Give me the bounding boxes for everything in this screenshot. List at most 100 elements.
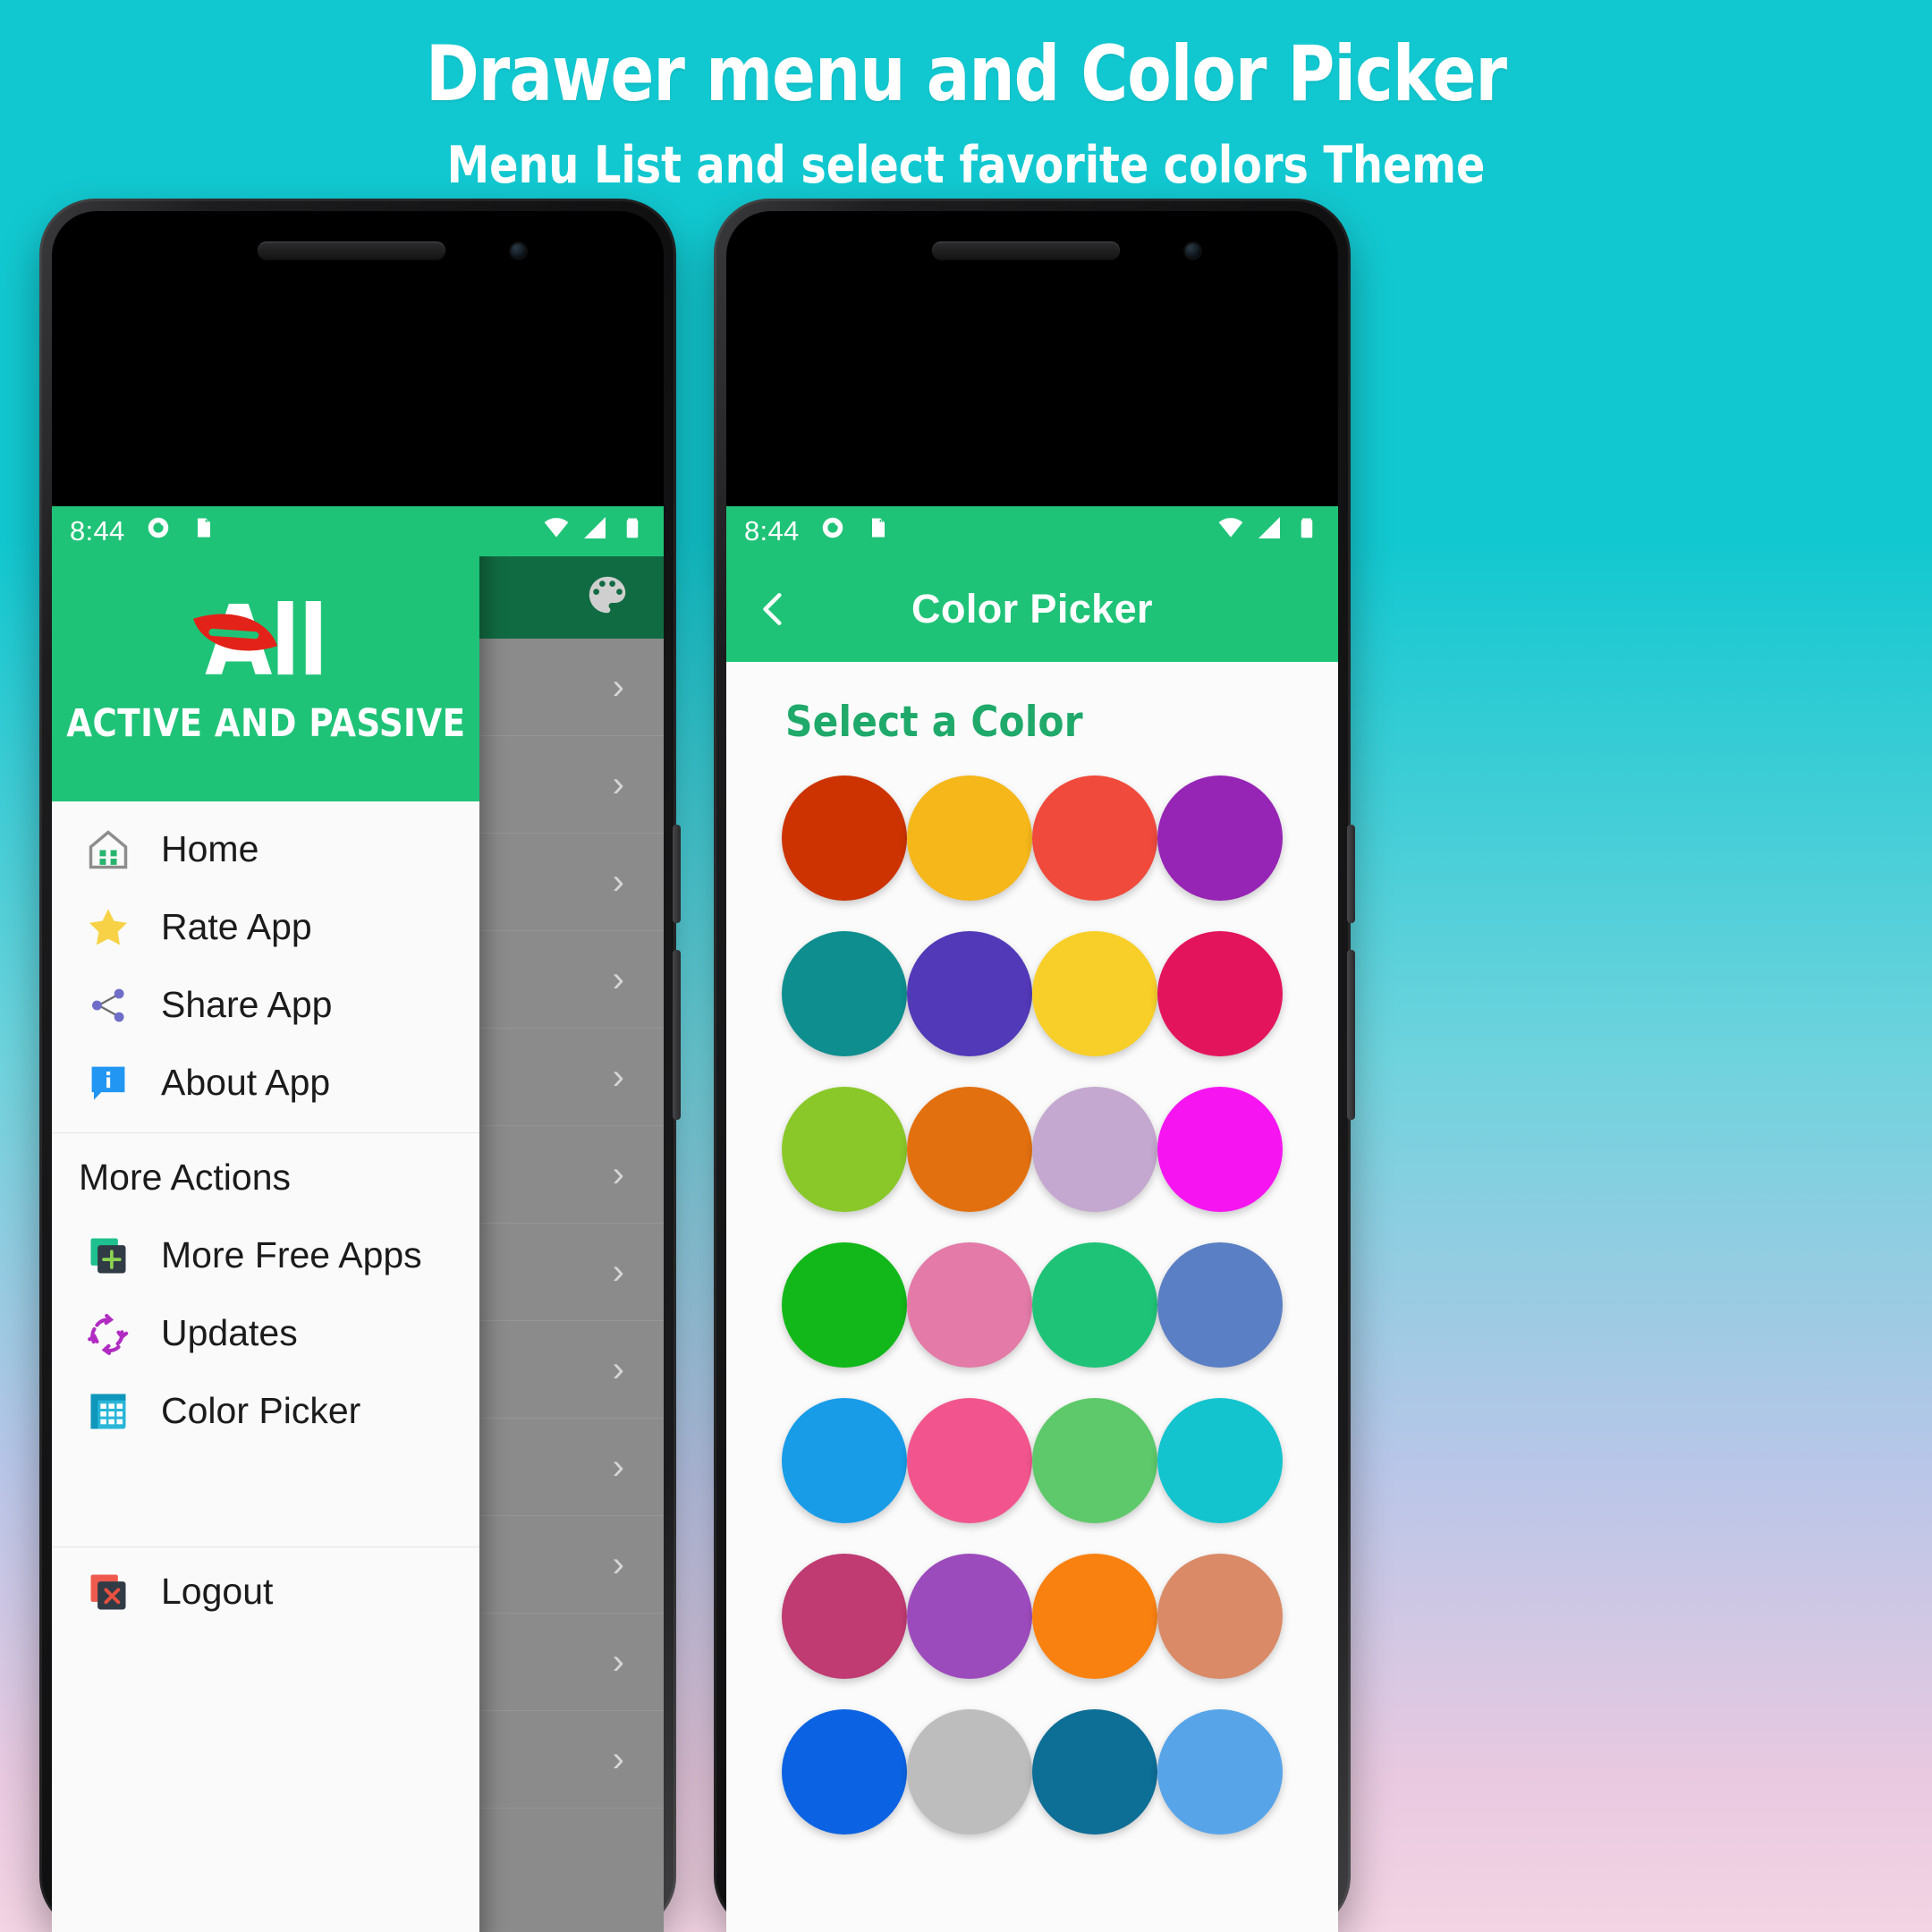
- right-screen: 8:44 Color Picker Select a Color: [726, 506, 1338, 1932]
- promo-header: Drawer menu and Color Picker Menu List a…: [0, 0, 1932, 194]
- logo-subtitle: ACTIVE AND PASSIVE: [65, 701, 466, 746]
- sidebar-item-rate-app[interactable]: Rate App: [52, 888, 479, 966]
- color-swatch[interactable]: [1157, 1087, 1283, 1212]
- share-icon: [79, 982, 138, 1029]
- phone-screen-area: 8:44 Color Picker Select a Color: [726, 211, 1338, 1932]
- color-swatch[interactable]: [1157, 1554, 1283, 1679]
- color-swatch[interactable]: [782, 1709, 907, 1835]
- power-button[interactable]: [1347, 825, 1355, 923]
- volume-button[interactable]: [673, 950, 681, 1120]
- earpiece-speaker: [258, 242, 445, 259]
- home-icon: [79, 826, 138, 873]
- back-arrow-icon[interactable]: [750, 585, 798, 633]
- status-bar-left-group: 8:44: [744, 514, 891, 548]
- color-swatch[interactable]: [907, 931, 1032, 1056]
- sidebar-item-label: Share App: [161, 984, 333, 1025]
- navigation-drawer: All ACTIVE AND PASSIVE: [52, 506, 479, 1932]
- sidebar-item-label: Color Picker: [161, 1390, 361, 1431]
- color-swatch[interactable]: [782, 1554, 907, 1679]
- earpiece-speaker: [932, 242, 1120, 259]
- color-swatch[interactable]: [1032, 1554, 1157, 1679]
- sidebar-item-more-free-apps[interactable]: More Free Apps: [52, 1216, 479, 1294]
- sidebar-item-label: Updates: [161, 1312, 298, 1353]
- color-swatch[interactable]: [782, 775, 907, 901]
- phone-screen-area: ›››››››››››› All ACTIVE AND PASSIVE: [52, 211, 664, 1932]
- color-swatch-grid: [726, 752, 1338, 1835]
- app-bar: Color Picker: [726, 556, 1338, 662]
- sidebar-item-share-app[interactable]: Share App: [52, 966, 479, 1044]
- battery-icon: [619, 514, 646, 548]
- sidebar-item-label: Home: [161, 828, 259, 869]
- add-apps-icon: [79, 1233, 138, 1279]
- sidebar-item-home[interactable]: Home: [52, 810, 479, 888]
- color-swatch[interactable]: [1157, 931, 1283, 1056]
- app-logo: All: [193, 585, 328, 691]
- status-bar-right: 8:44: [726, 506, 1338, 556]
- color-swatch[interactable]: [1157, 1242, 1283, 1368]
- signal-icon: [580, 513, 609, 549]
- color-swatch[interactable]: [1157, 775, 1283, 901]
- left-screen: ›››››››››››› All ACTIVE AND PASSIVE: [52, 506, 664, 1932]
- drawer-divider: [52, 1132, 479, 1133]
- front-camera-icon: [511, 243, 526, 258]
- color-swatch[interactable]: [1032, 1398, 1157, 1523]
- color-swatch[interactable]: [782, 931, 907, 1056]
- wifi-icon: [542, 513, 571, 549]
- signal-icon: [1255, 513, 1284, 549]
- phone-mockup-drawer: ›››››››››››› All ACTIVE AND PASSIVE: [39, 199, 681, 1932]
- color-swatch[interactable]: [1032, 1242, 1157, 1368]
- color-swatch[interactable]: [1032, 931, 1157, 1056]
- sidebar-item-label: About App: [161, 1062, 331, 1103]
- color-swatch[interactable]: [907, 1087, 1032, 1212]
- status-bar-left: 8:44: [52, 506, 664, 556]
- sd-card-icon: [191, 515, 216, 547]
- color-swatch[interactable]: [907, 1398, 1032, 1523]
- palette-icon[interactable]: [583, 571, 631, 619]
- promo-title: Drawer menu and Color Picker: [425, 30, 1507, 119]
- status-bar-right-group: [542, 513, 646, 549]
- sidebar-item-color-picker[interactable]: Color Picker: [52, 1372, 479, 1450]
- sidebar-item-label: Logout: [161, 1571, 274, 1612]
- color-swatch[interactable]: [907, 775, 1032, 901]
- color-swatch[interactable]: [1157, 1398, 1283, 1523]
- color-swatch[interactable]: [1157, 1709, 1283, 1835]
- screenshot-icon: [145, 514, 172, 548]
- color-swatch[interactable]: [782, 1398, 907, 1523]
- battery-icon: [1293, 514, 1320, 548]
- color-swatch[interactable]: [1032, 1087, 1157, 1212]
- sd-card-icon: [866, 515, 891, 547]
- wifi-icon: [1216, 513, 1245, 549]
- drawer-item-list: Home Rate App Share App About App More A…: [52, 801, 479, 1932]
- front-camera-icon: [1185, 243, 1200, 258]
- status-bar-right-group: [1216, 513, 1320, 549]
- color-swatch[interactable]: [907, 1709, 1032, 1835]
- color-swatch[interactable]: [782, 1087, 907, 1212]
- sidebar-item-updates[interactable]: Updates: [52, 1294, 479, 1372]
- info-icon: [79, 1060, 138, 1106]
- logout-icon: [79, 1569, 138, 1615]
- color-swatch[interactable]: [1032, 775, 1157, 901]
- refresh-icon: [79, 1310, 138, 1357]
- sidebar-item-about-app[interactable]: About App: [52, 1044, 479, 1122]
- select-a-color-label: Select a Color: [785, 698, 1083, 747]
- drawer-divider-bottom: [52, 1546, 479, 1547]
- phone-mockup-color-picker: 8:44 Color Picker Select a Color: [714, 199, 1355, 1932]
- color-swatch[interactable]: [907, 1554, 1032, 1679]
- color-swatch[interactable]: [1032, 1709, 1157, 1835]
- power-button[interactable]: [673, 825, 681, 923]
- status-clock: 8:44: [70, 515, 125, 547]
- drawer-spacer: [52, 1450, 479, 1536]
- sidebar-item-logout[interactable]: Logout: [52, 1553, 479, 1631]
- drawer-section-label: More Actions: [79, 1157, 291, 1198]
- page-title: Color Picker: [911, 586, 1153, 631]
- color-grid-icon: [79, 1388, 138, 1435]
- color-swatch[interactable]: [782, 1242, 907, 1368]
- sidebar-item-label: More Free Apps: [161, 1234, 422, 1275]
- screenshot-icon: [819, 514, 846, 548]
- status-clock: 8:44: [744, 515, 800, 547]
- promo-subtitle: Menu List and select favorite colors The…: [446, 136, 1486, 196]
- volume-button[interactable]: [1347, 950, 1355, 1120]
- status-bar-left-group: 8:44: [70, 514, 216, 548]
- star-icon: [79, 904, 138, 951]
- color-swatch[interactable]: [907, 1242, 1032, 1368]
